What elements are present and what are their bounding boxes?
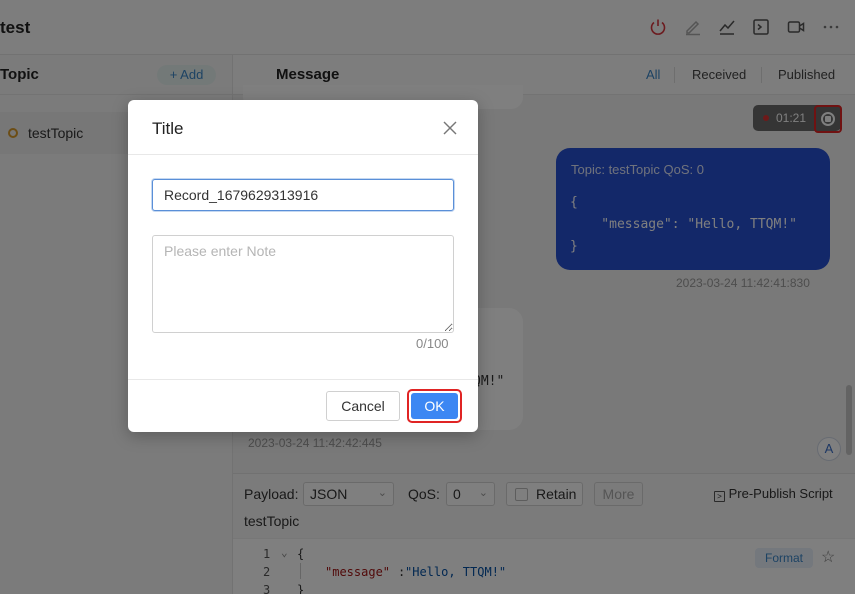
dialog-divider xyxy=(128,154,478,155)
cancel-button[interactable]: Cancel xyxy=(326,391,400,421)
dialog-title: Title xyxy=(152,119,184,138)
close-icon[interactable] xyxy=(442,120,458,136)
record-dialog: Title 0/100 Cancel OK xyxy=(128,100,478,432)
dialog-divider xyxy=(128,379,478,380)
ok-button[interactable]: OK xyxy=(411,393,458,419)
record-name-input[interactable] xyxy=(152,179,454,211)
note-textarea[interactable] xyxy=(152,235,454,333)
note-char-count: 0/100 xyxy=(416,336,449,351)
